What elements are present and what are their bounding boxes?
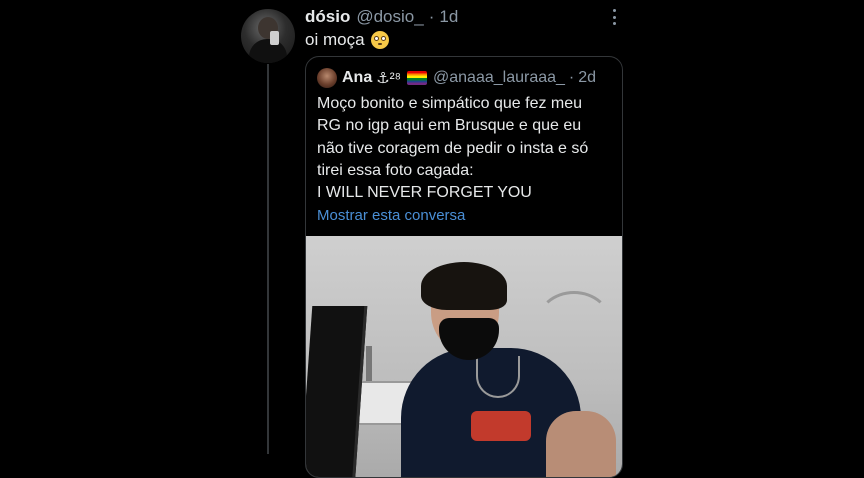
quoted-text-line: tirei essa foto cagada: <box>317 161 474 179</box>
photo-necklace <box>476 356 520 398</box>
quoted-tweet-header: Ana ⚓²⁸ @anaaa_lauraaa_ · 2d <box>317 67 596 89</box>
rainbow-flag-icon <box>407 71 428 85</box>
avatar[interactable] <box>241 9 295 63</box>
quoted-display-name: Ana <box>342 69 373 86</box>
photo-shirt-print <box>471 411 531 441</box>
photo-monitor <box>306 306 368 477</box>
quoted-name-extra: ⚓²⁸ <box>376 70 402 87</box>
tweet-time[interactable]: 1d <box>439 7 458 27</box>
flushed-face-icon <box>370 31 389 49</box>
tweet-text-content: oi moça <box>305 30 365 49</box>
quoted-text-line: não tive coragem de pedir o insta e só <box>317 139 589 157</box>
display-name[interactable]: dósio <box>305 7 350 27</box>
quoted-time: 2d <box>578 69 597 86</box>
avatar-phone <box>270 31 279 45</box>
photo-person-arm <box>546 411 616 477</box>
user-handle[interactable]: @dosio_ <box>356 7 423 27</box>
separator-dot: · <box>428 7 435 26</box>
quoted-text-line: RG no igp aqui em Brusque e que eu <box>317 117 582 135</box>
quoted-avatar[interactable] <box>317 68 337 88</box>
quoted-text-line: Moço bonito e simpático que fez meu <box>317 95 583 112</box>
more-options-icon[interactable] <box>605 9 623 25</box>
quoted-tweet-text: Moço bonito e simpático que fez meu RG n… <box>317 93 617 204</box>
quoted-separator-dot: · <box>568 69 575 86</box>
quoted-tweet-card[interactable]: Ana ⚓²⁸ @anaaa_lauraaa_ · 2d Moço bonito… <box>305 56 623 478</box>
quoted-text-line: I WILL NEVER FORGET YOU <box>317 184 532 202</box>
thread-line <box>267 64 269 454</box>
show-thread-link[interactable]: Mostrar esta conversa <box>317 207 465 224</box>
quoted-handle: @anaaa_lauraaa_ <box>433 69 565 86</box>
photo-person-hair <box>421 262 507 310</box>
photo-cable <box>536 291 612 357</box>
avatar-body <box>249 39 287 63</box>
tweet-text: oi moça <box>305 30 389 50</box>
quoted-tweet-photo[interactable] <box>306 236 622 477</box>
tweet-header: dósio @dosio_ · 1d <box>305 6 458 28</box>
